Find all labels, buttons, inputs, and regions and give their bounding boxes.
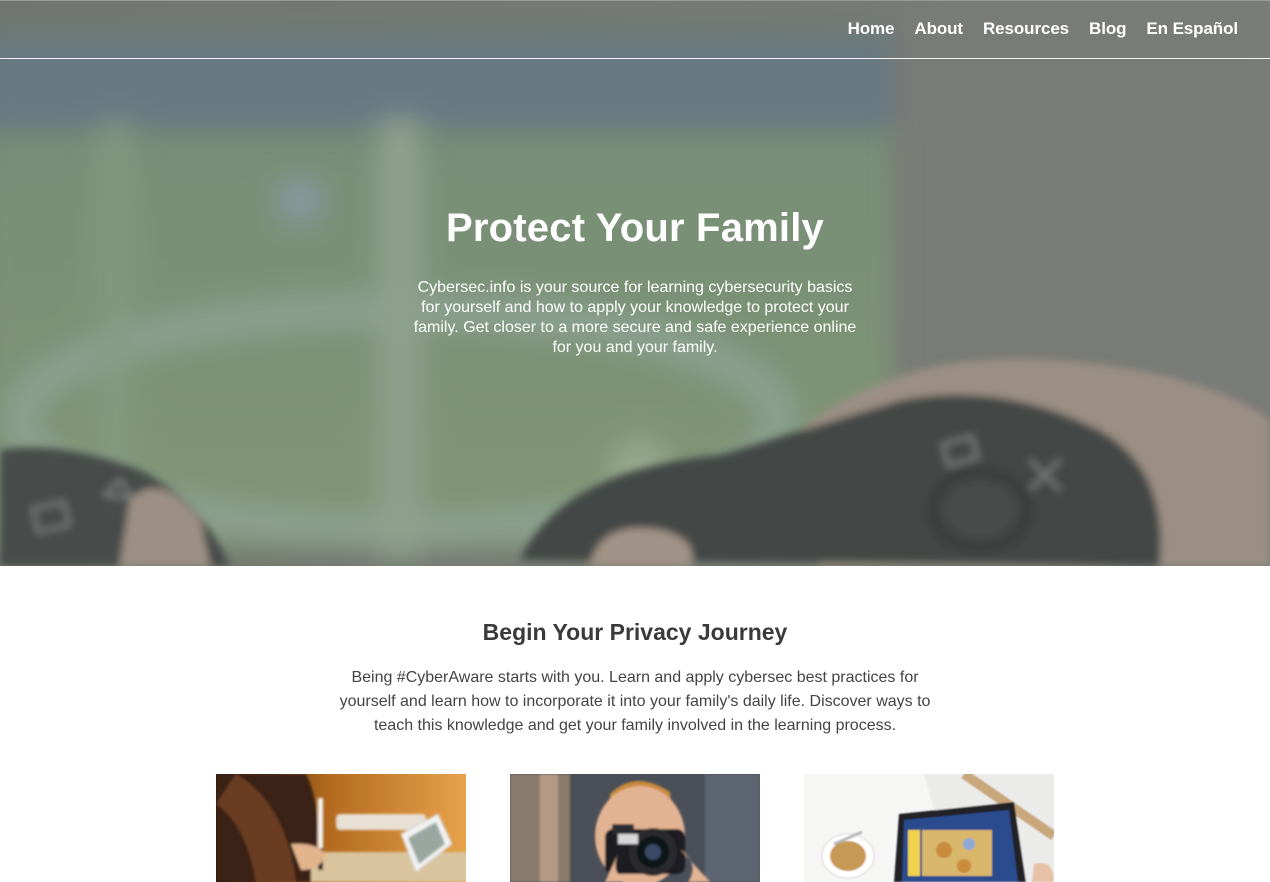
hero-title: Protect Your Family <box>446 206 824 250</box>
card-image-child-drawing[interactable] <box>216 774 466 882</box>
nav-link-resources[interactable]: Resources <box>983 19 1069 39</box>
nav-link-about[interactable]: About <box>914 19 963 39</box>
hero-banner: Home About Resources Blog En Español Pro… <box>0 0 1270 566</box>
nav-links: Home About Resources Blog En Español <box>828 19 1239 39</box>
nav-link-spanish[interactable]: En Español <box>1146 19 1238 39</box>
card-image-tablet-tea[interactable] <box>804 774 1054 882</box>
child-drawing-photo <box>216 774 466 882</box>
top-navigation: Home About Resources Blog En Español <box>0 0 1270 59</box>
nav-link-blog[interactable]: Blog <box>1089 19 1126 39</box>
journey-section-title: Begin Your Privacy Journey <box>482 619 788 645</box>
card-image-child-camera[interactable] <box>510 774 760 882</box>
tablet-tea-photo <box>804 774 1054 882</box>
hero-description: Cybersec.info is your source for learnin… <box>413 279 857 356</box>
journey-section-description: Being #CyberAware starts with you. Learn… <box>339 669 931 734</box>
nav-link-home[interactable]: Home <box>848 19 895 39</box>
child-camera-photo <box>510 774 760 882</box>
